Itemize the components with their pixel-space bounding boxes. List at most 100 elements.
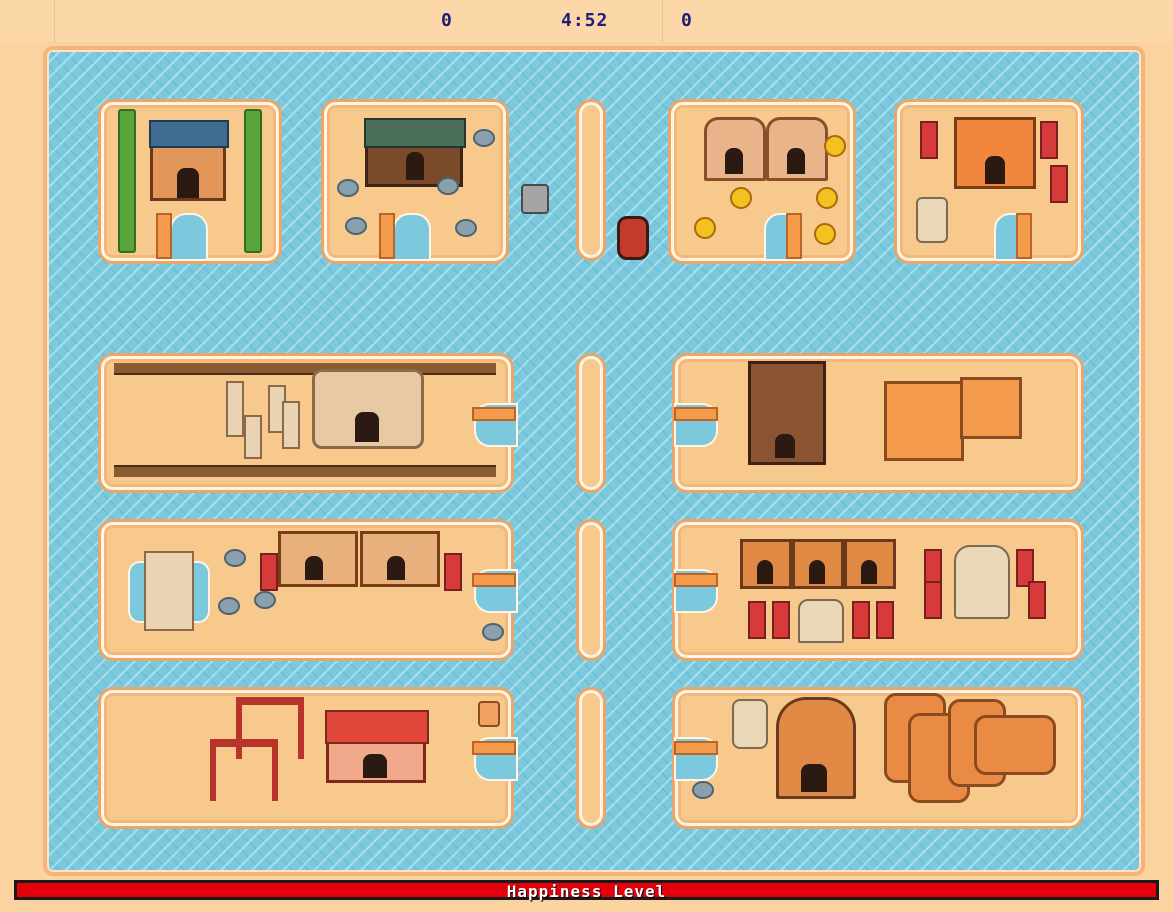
log-icon: [974, 715, 1056, 775]
flower-icon: [694, 217, 716, 239]
torii-gate-icon[interactable]: [210, 739, 278, 801]
banner-icon: [260, 553, 278, 591]
pillar-icon: [282, 401, 300, 449]
door-icon: [305, 556, 323, 580]
water-inlet: [170, 213, 208, 261]
flower-icon: [814, 223, 836, 245]
banner-icon: [876, 601, 894, 639]
fence-icon: [114, 363, 496, 375]
bamboo-icon: [118, 109, 136, 253]
dock-icon[interactable]: [1016, 213, 1032, 259]
island-bridge-houses[interactable]: [101, 522, 518, 658]
fence-icon: [114, 465, 496, 477]
dock-icon[interactable]: [472, 407, 516, 421]
score-left: 0: [441, 10, 453, 31]
pillar-icon: [579, 690, 603, 826]
shop-house-icon: [149, 120, 229, 201]
rock-icon: [455, 219, 477, 237]
banner-icon: [1028, 581, 1046, 619]
score-right: 0: [681, 10, 693, 31]
happiness-level-bar: Happiness Level: [14, 880, 1159, 901]
red-roof-house-icon: [325, 710, 429, 783]
statue-icon: [916, 197, 948, 243]
rock-icon: [345, 217, 367, 235]
pillar-icon: [244, 415, 262, 459]
hud-bar: 0 4:52 0: [0, 0, 1173, 42]
hut-icon: [792, 539, 844, 589]
flower-icon: [730, 187, 752, 209]
stone-house-icon: [312, 369, 424, 449]
island-logs[interactable]: [674, 690, 1081, 826]
game-map-water: [43, 46, 1145, 876]
banner-icon: [920, 121, 938, 159]
island-tall-house[interactable]: [674, 356, 1081, 490]
boat-icon[interactable]: [617, 216, 649, 260]
dock-icon[interactable]: [786, 213, 802, 259]
orange-house-icon: [954, 117, 1036, 189]
flower-icon: [816, 187, 838, 209]
door-icon: [355, 412, 379, 442]
dock-icon[interactable]: [472, 573, 516, 587]
door-icon: [725, 148, 743, 174]
banner-icon: [1040, 121, 1058, 159]
door-icon: [363, 754, 387, 778]
door-icon: [757, 560, 773, 584]
dock-icon[interactable]: [674, 741, 718, 755]
timer: 4:52: [561, 10, 609, 31]
door-icon: [387, 556, 405, 580]
door-icon: [406, 152, 424, 180]
island-flower-houses[interactable]: [671, 102, 853, 261]
bridge-icon[interactable]: [144, 551, 194, 631]
wooden-platform-icon: [884, 381, 964, 461]
banner-icon: [1050, 165, 1068, 203]
pillar-icon: [579, 102, 603, 258]
statue-icon: [732, 699, 768, 749]
pillar-icon: [226, 381, 244, 437]
door-icon: [809, 560, 825, 584]
hud-divider: [54, 0, 55, 42]
flower-icon: [824, 135, 846, 157]
statue-icon: [798, 599, 844, 643]
shop-roof-icon: [149, 120, 229, 148]
hut-icon: [776, 697, 856, 799]
clay-house-icon: [704, 117, 766, 181]
banner-icon: [924, 581, 942, 619]
water-inlet: [393, 213, 431, 261]
island-stone-ruins[interactable]: [101, 356, 518, 490]
rock-icon: [218, 597, 240, 615]
island-orange-house[interactable]: [897, 102, 1081, 261]
rock-icon: [254, 591, 276, 609]
banner-icon: [748, 601, 766, 639]
rock-icon: [692, 781, 714, 799]
pillar-icon: [579, 522, 603, 658]
statue-icon: [954, 545, 1010, 619]
dock-icon[interactable]: [156, 213, 172, 259]
island-torii[interactable]: [101, 690, 518, 826]
green-roof-icon: [364, 118, 466, 148]
door-icon: [177, 168, 199, 198]
wooden-platform-icon: [960, 377, 1022, 439]
door-icon: [861, 560, 877, 584]
red-roof-icon: [325, 710, 429, 744]
dock-icon[interactable]: [379, 213, 395, 259]
rock-icon: [437, 177, 459, 195]
door-icon: [787, 148, 805, 174]
rock-icon: [473, 129, 495, 147]
rock-icon: [337, 179, 359, 197]
island-rock-house[interactable]: [324, 102, 506, 261]
door-icon: [775, 434, 795, 458]
hut-icon: [844, 539, 896, 589]
dock-icon[interactable]: [674, 573, 718, 587]
banner-icon: [444, 553, 462, 591]
thatched-house-icon: [360, 531, 440, 587]
dock-icon[interactable]: [674, 407, 718, 421]
island-shrine-statues[interactable]: [674, 522, 1081, 658]
lantern-icon: [478, 701, 500, 727]
tall-wooden-house-icon: [748, 361, 826, 465]
dock-icon[interactable]: [472, 741, 516, 755]
bamboo-icon: [244, 109, 262, 253]
bucket-icon[interactable]: [521, 184, 549, 214]
rock-icon: [224, 549, 246, 567]
rock-icon: [482, 623, 504, 641]
island-bamboo-shop[interactable]: [101, 102, 279, 261]
